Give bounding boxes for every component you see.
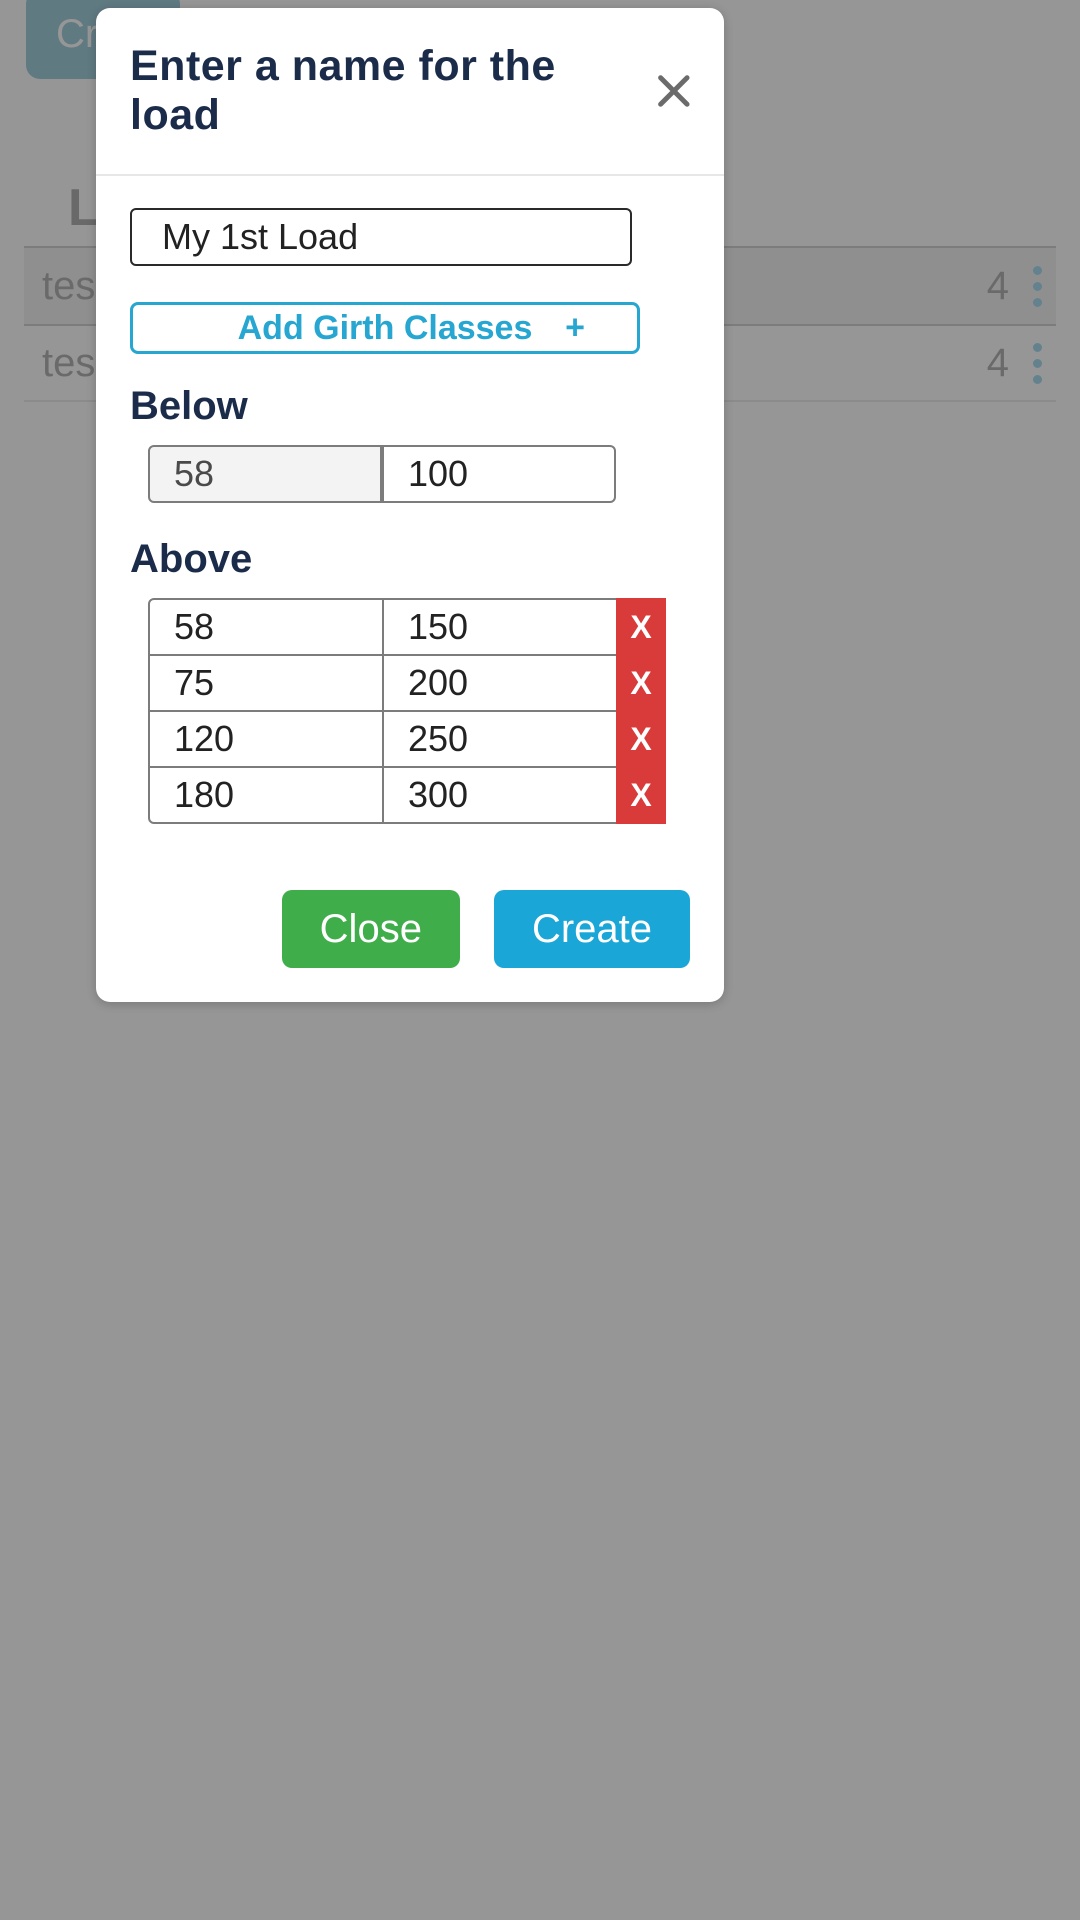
- above-threshold-input[interactable]: [148, 766, 384, 824]
- below-row: 58: [148, 445, 690, 503]
- load-name-input[interactable]: [130, 208, 632, 266]
- above-value-input[interactable]: [382, 598, 618, 656]
- modal-overlay: Enter a name for the load Add Girth Clas…: [0, 0, 1080, 1920]
- delete-row-button[interactable]: X: [616, 710, 666, 768]
- modal-title: Enter a name for the load: [130, 42, 654, 140]
- above-label: Above: [130, 537, 690, 582]
- table-row: X: [148, 654, 690, 712]
- load-name-modal: Enter a name for the load Add Girth Clas…: [96, 8, 724, 1002]
- table-row: X: [148, 598, 690, 656]
- add-girth-label: Add Girth Classes: [238, 309, 533, 348]
- above-value-input[interactable]: [382, 766, 618, 824]
- close-button[interactable]: Close: [282, 890, 460, 968]
- table-row: X: [148, 710, 690, 768]
- delete-row-button[interactable]: X: [616, 766, 666, 824]
- above-threshold-input[interactable]: [148, 598, 384, 656]
- above-threshold-input[interactable]: [148, 654, 384, 712]
- delete-row-button[interactable]: X: [616, 654, 666, 712]
- create-button[interactable]: Create: [494, 890, 690, 968]
- below-threshold: 58: [148, 445, 382, 503]
- modal-body: Add Girth Classes + Below 58 Above X: [96, 176, 724, 852]
- add-girth-classes-button[interactable]: Add Girth Classes +: [130, 302, 640, 354]
- modal-footer: Close Create: [96, 852, 724, 1002]
- above-threshold-input[interactable]: [148, 710, 384, 768]
- delete-row-button[interactable]: X: [616, 598, 666, 656]
- modal-header: Enter a name for the load: [96, 8, 724, 176]
- close-icon[interactable]: [654, 71, 694, 111]
- above-rows: X X X X: [148, 598, 690, 824]
- below-label: Below: [130, 384, 690, 429]
- plus-icon: +: [565, 309, 585, 348]
- below-value-input[interactable]: [382, 445, 616, 503]
- table-row: X: [148, 766, 690, 824]
- above-value-input[interactable]: [382, 710, 618, 768]
- above-value-input[interactable]: [382, 654, 618, 712]
